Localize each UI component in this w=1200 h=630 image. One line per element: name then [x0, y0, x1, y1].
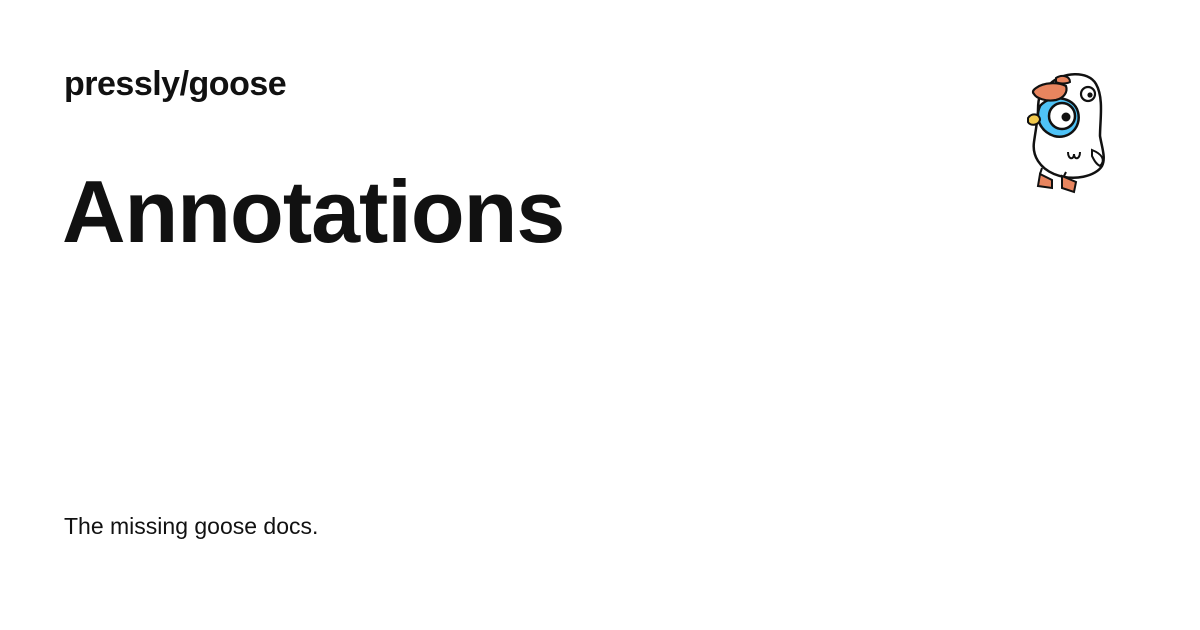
- page-title: Annotations: [62, 162, 565, 261]
- goose-mascot-icon: [1027, 73, 1105, 194]
- page-description: The missing goose docs.: [64, 513, 319, 539]
- site-name: pressly/goose: [64, 65, 287, 103]
